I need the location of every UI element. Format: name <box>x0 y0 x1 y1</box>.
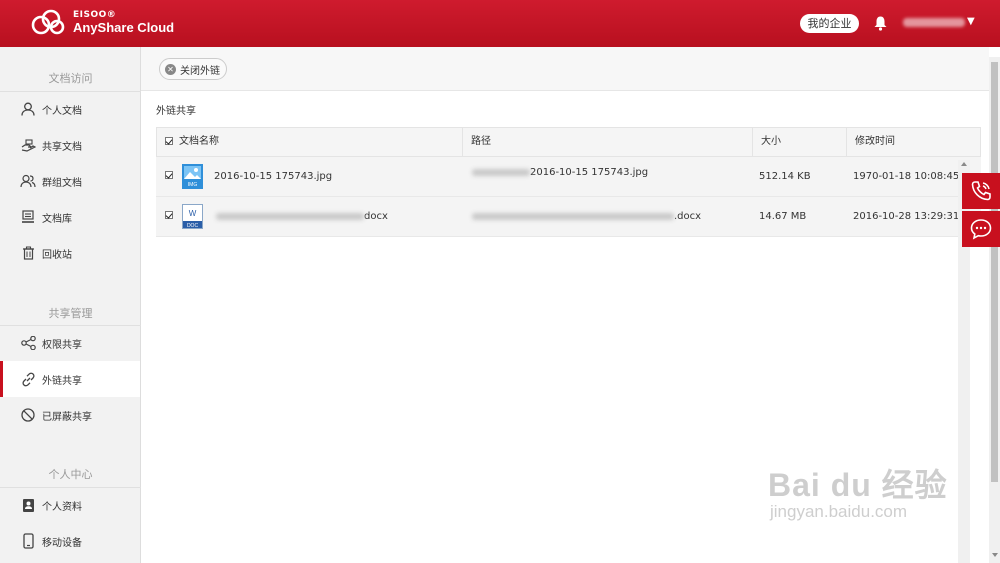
file-modified-time: 1970-01-18 10:08:45 <box>853 171 960 182</box>
sidebar-item-mobile-device[interactable]: 移动设备 <box>0 523 140 559</box>
scroll-up-arrow-icon[interactable] <box>961 162 967 166</box>
sidebar-item-blocked-share[interactable]: 已屏蔽共享 <box>0 397 140 433</box>
image-file-icon: IMG <box>182 164 203 189</box>
table-header: 文档名称 路径 大小 修改时间 <box>156 127 981 157</box>
link-share-table: 文档名称 路径 大小 修改时间 IMG 2016-10-15 175743.jp… <box>156 127 981 237</box>
phone-icon <box>971 181 991 201</box>
anyshare-logo[interactable]: EISOO® AnyShare Cloud <box>27 8 174 36</box>
sidebar-item-label: 个人文档 <box>42 105 82 117</box>
section-title-doc-access: 文档访问 <box>48 72 93 85</box>
sidebar-item-personal-docs[interactable]: 个人文档 <box>0 91 140 127</box>
svg-text:W: W <box>189 209 197 218</box>
redacted-path <box>472 168 530 176</box>
mobile-icon <box>20 533 36 549</box>
sidebar-item-library[interactable]: 文档库 <box>0 199 140 235</box>
sidebar-item-shared-docs[interactable]: 共享文档 <box>0 127 140 163</box>
link-icon <box>20 371 36 387</box>
person-icon <box>20 101 36 117</box>
svg-text:DOC: DOC <box>187 223 199 229</box>
group-icon <box>20 173 36 189</box>
trash-icon <box>20 245 36 261</box>
column-header-name[interactable]: 文档名称 <box>157 128 463 156</box>
redacted-name <box>216 212 364 220</box>
select-all-checkbox[interactable] <box>165 137 173 145</box>
page-title: 外链共享 <box>156 106 196 117</box>
word-doc-file-icon: W DOC <box>182 204 203 229</box>
product-name: AnyShare Cloud <box>73 19 175 35</box>
sidebar-item-label: 群组文档 <box>42 177 82 189</box>
page-scrollbar-thumb[interactable] <box>991 62 998 482</box>
column-header-size[interactable]: 大小 <box>753 128 847 156</box>
sidebar-item-recycle-bin[interactable]: 回收站 <box>0 235 140 271</box>
brand-name: EISOO® <box>73 9 117 20</box>
my-enterprise-button[interactable]: 我的企业 <box>800 14 859 33</box>
column-header-modified[interactable]: 修改时间 <box>847 128 980 156</box>
row-checkbox[interactable] <box>165 211 173 219</box>
table-row[interactable]: W DOC docx .docx 14.67 MB 2016-10-28 13:… <box>156 197 981 237</box>
user-dropdown-caret-icon[interactable]: ▼ <box>967 16 975 27</box>
section-title-personal-center: 个人中心 <box>48 468 93 481</box>
sidebar-item-label: 移动设备 <box>42 537 82 549</box>
sidebar: 文档访问 个人文档 共享文档 群组文档 文档库 回收站 共享管理 权限共享 外链… <box>0 47 141 563</box>
file-name[interactable]: docx <box>216 211 388 222</box>
redacted-path <box>472 212 674 220</box>
file-modified-time: 2016-10-28 13:29:31 <box>853 211 960 222</box>
sidebar-item-label: 已屏蔽共享 <box>42 411 92 423</box>
sidebar-item-label: 权限共享 <box>42 339 82 351</box>
phone-contact-button[interactable] <box>962 173 1000 209</box>
chat-contact-button[interactable] <box>962 211 1000 247</box>
scroll-down-arrow-icon[interactable] <box>992 553 998 557</box>
sidebar-item-label: 个人资料 <box>42 501 82 513</box>
file-path: .docx <box>472 211 701 222</box>
sidebar-item-label: 回收站 <box>42 249 72 261</box>
svg-text:IMG: IMG <box>188 182 198 188</box>
sidebar-item-link-share[interactable]: 外链共享 <box>0 361 140 397</box>
shared-hand-icon <box>20 137 36 153</box>
baidu-jingyan-watermark: Bai du 经验 jingyan.baidu.com <box>768 460 948 522</box>
share-icon <box>20 335 36 351</box>
table-row[interactable]: IMG 2016-10-15 175743.jpg 2016-10-15 175… <box>156 157 981 197</box>
row-checkbox[interactable] <box>165 171 173 179</box>
bell-icon[interactable] <box>873 15 888 31</box>
file-path: 2016-10-15 175743.jpg <box>472 167 648 178</box>
blocked-icon <box>20 407 36 423</box>
close-circle-icon: ✕ <box>165 63 176 75</box>
toolbar: ✕ 关闭外链 <box>141 47 989 91</box>
cloud-logo-icon <box>31 9 65 35</box>
close-link-label: 关闭外链 <box>180 65 220 77</box>
section-title-share-management: 共享管理 <box>48 307 93 320</box>
file-size: 14.67 MB <box>759 211 807 222</box>
page-scrollbar[interactable] <box>989 57 1000 563</box>
sidebar-item-label: 外链共享 <box>42 375 82 387</box>
file-size: 512.14 KB <box>759 171 811 182</box>
profile-card-icon <box>20 497 36 513</box>
sidebar-item-permission-share[interactable]: 权限共享 <box>0 325 140 361</box>
file-name[interactable]: 2016-10-15 175743.jpg <box>214 171 332 182</box>
sidebar-item-label: 文档库 <box>42 213 72 225</box>
sidebar-item-label: 共享文档 <box>42 141 82 153</box>
close-link-button[interactable]: ✕ 关闭外链 <box>159 58 227 80</box>
sidebar-item-profile[interactable]: 个人资料 <box>0 487 140 523</box>
top-header: EISOO® AnyShare Cloud 我的企业 ▼ <box>0 0 1000 47</box>
user-name[interactable] <box>903 18 965 27</box>
sidebar-item-group-docs[interactable]: 群组文档 <box>0 163 140 199</box>
watermark-main: Bai du 经验 <box>768 467 948 503</box>
chat-bubble-icon <box>970 219 992 240</box>
library-icon <box>20 209 36 225</box>
column-header-path[interactable]: 路径 <box>463 128 753 156</box>
